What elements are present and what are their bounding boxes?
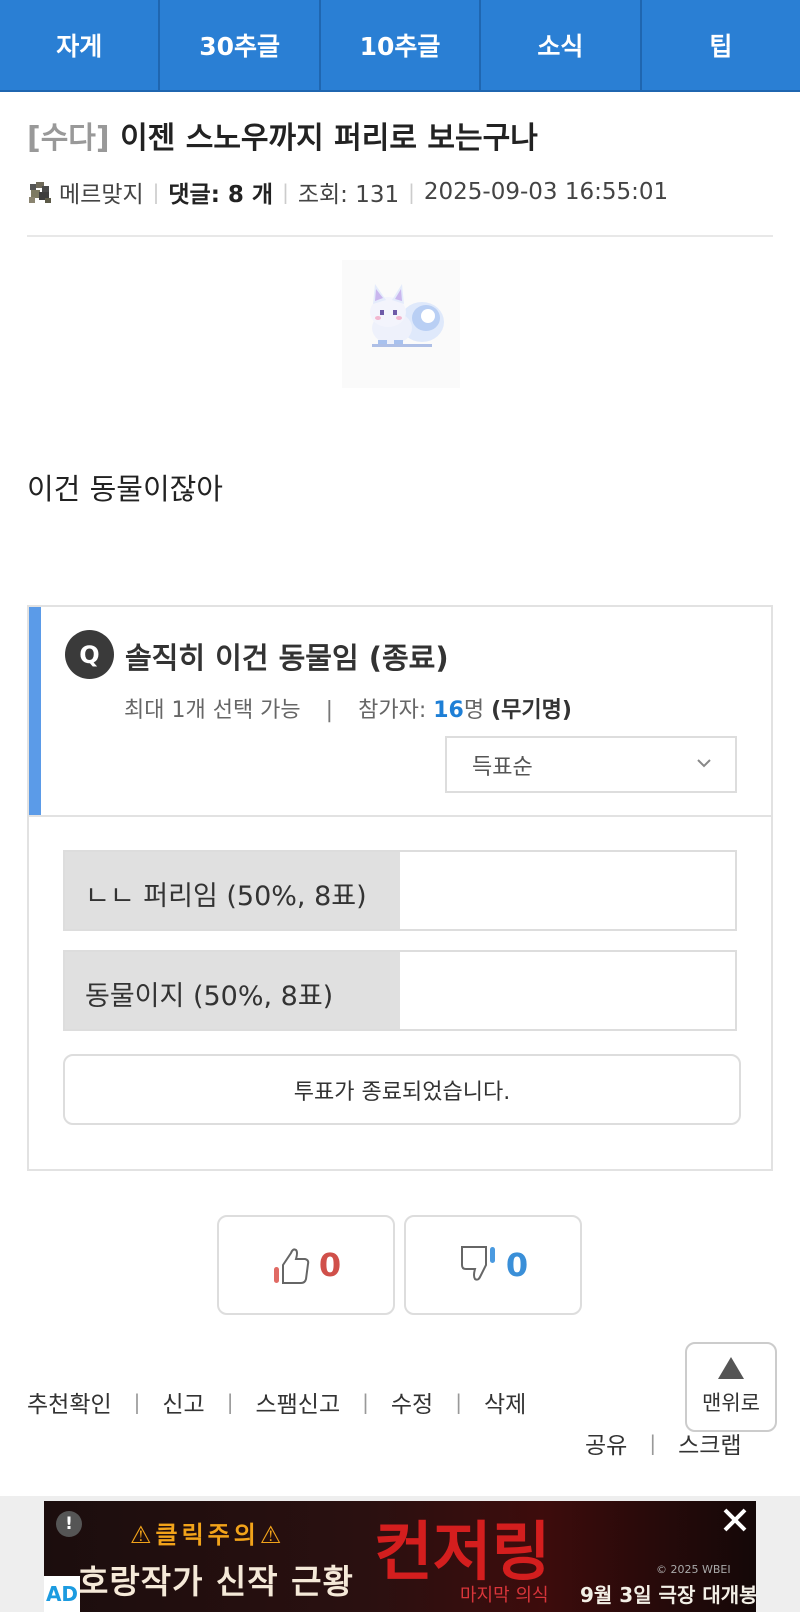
poll-accent-bar [29, 607, 41, 815]
poll-anonymous: (무기명) [491, 698, 572, 723]
post-title: [수다] 이젠 스노우까지 퍼리로 보는구나 [27, 113, 538, 157]
author-avatar-icon [27, 179, 53, 205]
poll-participants-suffix: 명 [463, 698, 485, 723]
delete-link[interactable]: 삭제 [484, 1385, 526, 1419]
poll-participants-prefix: 참가자: [358, 698, 434, 723]
author-name[interactable]: 메르맞지 [59, 175, 144, 209]
poll-participants-count: 16 [433, 698, 464, 723]
ad-warning-text: ⚠클릭주의⚠ [130, 1521, 286, 1549]
downvote-count: 0 [505, 1246, 529, 1284]
nav-tab-tips[interactable]: 팁 [642, 0, 800, 90]
top-nav: 자게 30추글 10추글 소식 팁 [0, 0, 800, 92]
upvote-count: 0 [318, 1246, 342, 1284]
ad-movie-subtitle: 마지막 의식 [460, 1585, 549, 1606]
edit-link[interactable]: 수정 [391, 1385, 433, 1419]
action-separator: | [649, 1431, 657, 1455]
ad-release-date: 9월 3일 극장 대개봉 [580, 1583, 756, 1607]
ad-info-icon[interactable]: ! [56, 1511, 82, 1537]
post-category: [수다] [27, 121, 110, 156]
poll-option: 동물이지 (50%, 8표) [63, 950, 737, 1031]
post-meta: 메르맞지 | 댓글: 8 개 | 조회: 131 | 2025-09-03 16… [27, 176, 668, 208]
poll-info-separator: | [325, 698, 334, 723]
poll-header: Q 솔직히 이건 동물임 (종료) 최대 1개 선택 가능 | 참가자: 16명… [29, 607, 771, 817]
upvote-button[interactable]: 0 [217, 1215, 395, 1315]
meta-separator: | [152, 180, 160, 204]
poll-sort-select[interactable]: 득표순 [445, 736, 737, 793]
post-datetime: 2025-09-03 16:55:01 [423, 179, 669, 205]
poll-question: 솔직히 이건 동물임 (종료) [125, 641, 449, 675]
share-link[interactable]: 공유 [585, 1426, 627, 1460]
ad-label-badge: AD [44, 1576, 80, 1612]
nav-tab-news[interactable]: 소식 [481, 0, 642, 90]
poll-option: ㄴㄴ 퍼리임 (50%, 8표) [63, 850, 737, 931]
report-link[interactable]: 신고 [162, 1385, 204, 1419]
thumbs-down-icon [460, 1246, 495, 1281]
ad-banner[interactable]: ! ⚠클릭주의⚠ 호랑작가 신작 근황 컨저링 마지막 의식 9월 3일 극장 … [44, 1501, 756, 1612]
action-separator: | [226, 1390, 234, 1414]
post-title-text: 이젠 스노우까지 퍼리로 보는구나 [120, 121, 538, 156]
post-actions: 추천확인 | 신고 | 스팸신고 | 수정 | 삭제 [27, 1385, 526, 1419]
thumbs-up-icon [273, 1248, 310, 1284]
close-icon[interactable] [718, 1503, 752, 1537]
chevron-down-icon [697, 759, 711, 768]
action-separator: | [455, 1390, 462, 1414]
spam-report-link[interactable]: 스팸신고 [255, 1385, 340, 1419]
poll-sort-value: 득표순 [472, 754, 533, 780]
downvote-button[interactable]: 0 [404, 1215, 582, 1315]
ad-movie-title: 컨저링 [374, 1515, 551, 1590]
poll-info: 최대 1개 선택 가능 | 참가자: 16명 (무기명) [124, 692, 572, 724]
nav-tab-free-board[interactable]: 자게 [0, 0, 161, 90]
arrow-up-icon [718, 1357, 744, 1379]
view-count: 조회: 131 [297, 182, 400, 208]
ad-copyright: © 2025 WBEI [656, 1563, 731, 1576]
recommend-check-link[interactable]: 추천확인 [27, 1385, 112, 1419]
ad-headline: 호랑작가 신작 근황 [78, 1562, 354, 1601]
action-separator: | [362, 1390, 369, 1414]
comment-count[interactable]: 댓글: 8 개 [168, 175, 273, 209]
poll-closed-status: 투표가 종료되었습니다. [63, 1054, 741, 1125]
scroll-to-top-button[interactable]: 맨위로 [685, 1342, 777, 1432]
poll: Q 솔직히 이건 동물임 (종료) 최대 1개 선택 가능 | 참가자: 16명… [27, 605, 773, 1171]
title-divider [27, 235, 773, 237]
meta-separator: | [408, 180, 415, 204]
poll-option-label: ㄴㄴ 퍼리임 (50%, 8표) [85, 881, 367, 912]
poll-max-select: 최대 1개 선택 가능 [124, 698, 301, 723]
action-separator: | [133, 1390, 141, 1414]
post-image-fox [342, 260, 460, 388]
scroll-to-top-label: 맨위로 [702, 1391, 760, 1415]
post-body: 이건 동물이잖아 [27, 472, 223, 506]
question-badge-icon: Q [65, 630, 114, 679]
poll-option-label: 동물이지 (50%, 8표) [85, 981, 334, 1012]
nav-tab-10-recommended[interactable]: 10추글 [321, 0, 482, 90]
nav-tab-30-recommended[interactable]: 30추글 [160, 0, 321, 90]
meta-separator: | [282, 180, 289, 204]
